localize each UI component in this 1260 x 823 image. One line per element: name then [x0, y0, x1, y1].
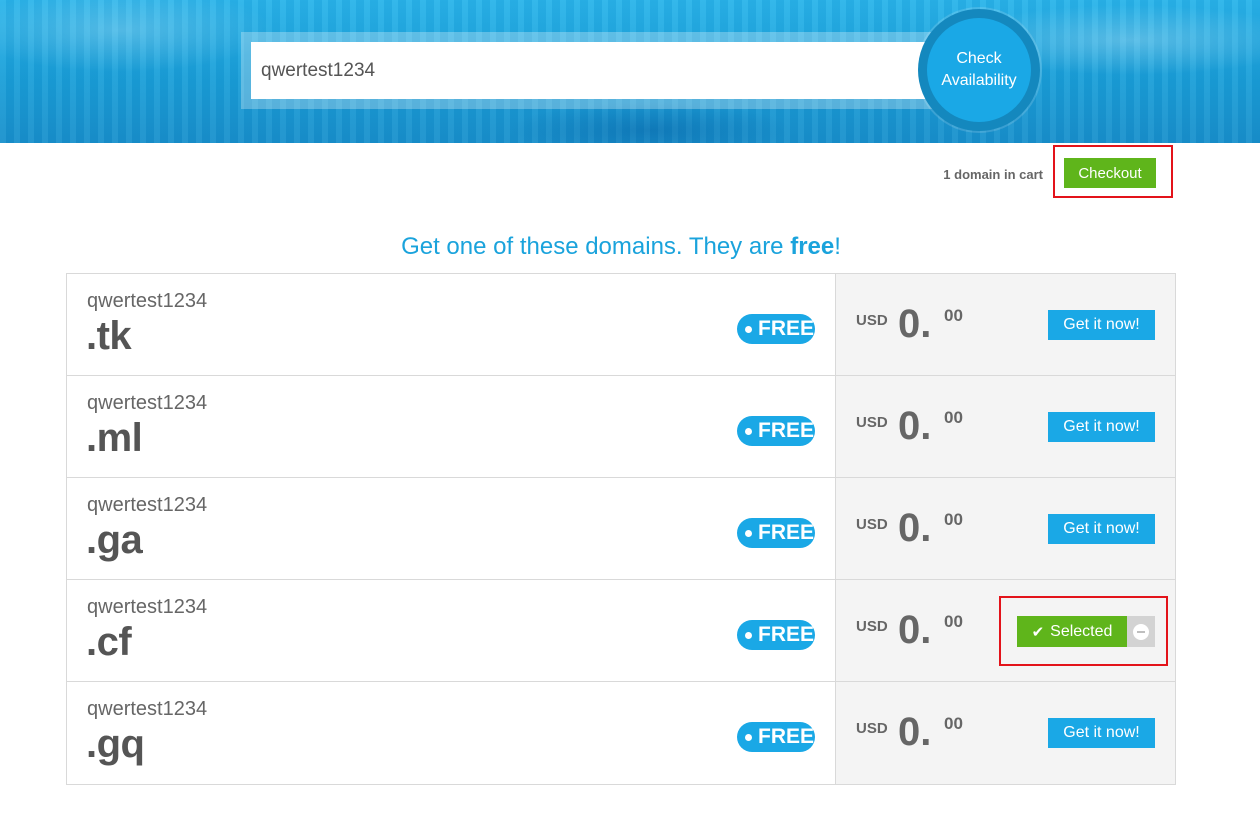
domain-price-cell: USD 0. 00 Get it now! — [836, 478, 1175, 579]
free-badge: FREE — [737, 722, 815, 752]
price-cents: 00 — [944, 612, 963, 631]
get-it-now-button[interactable]: Get it now! — [1048, 310, 1155, 340]
domain-results-table: qwertest1234 .tk FREE USD 0. 00 Get it now! qwe… — [66, 273, 1176, 785]
domain-price-cell: USD 0. 00 Get it now! — [836, 682, 1175, 784]
price-currency: USD — [856, 414, 888, 431]
heading-emphasis: free — [790, 233, 835, 260]
free-badge-label: FREE — [758, 623, 815, 646]
domain-info-cell: qwertest1234 .gq FREE — [67, 682, 836, 784]
free-badge: FREE — [737, 518, 815, 548]
domain-name: qwertest1234 — [87, 698, 208, 720]
price-currency: USD — [856, 516, 888, 533]
domain-tld: .ml — [86, 416, 143, 460]
domain-row: qwertest1234 .ga FREE USD 0. 00 Get it now! — [67, 478, 1175, 580]
domain-info-cell: qwertest1234 .ga FREE — [67, 478, 836, 579]
domain-row: qwertest1234 .ml FREE USD 0. 00 Get it now! — [67, 376, 1175, 478]
free-badge: FREE — [737, 620, 815, 650]
price-cents: 00 — [944, 306, 963, 325]
domain-tld: .cf — [86, 620, 132, 664]
domain-row: qwertest1234 .gq FREE USD 0. 00 Get it now! — [67, 682, 1175, 785]
domain-row: qwertest1234 .tk FREE USD 0. 00 Get it now! — [67, 274, 1175, 376]
get-it-now-button[interactable]: Get it now! — [1048, 412, 1155, 442]
check-label-line1: Check — [956, 50, 1002, 67]
remove-from-cart-button[interactable] — [1127, 616, 1155, 647]
check-label-line2: Availability — [941, 72, 1017, 89]
domain-name: qwertest1234 — [87, 494, 208, 516]
price-currency: USD — [856, 312, 888, 329]
dot-icon — [745, 325, 752, 333]
domain-info-cell: qwertest1234 .tk FREE — [67, 274, 836, 375]
domain-row: qwertest1234 .cf FREE USD 0. 00 ✔ Selected — [67, 580, 1175, 682]
domain-info-cell: qwertest1234 .ml FREE — [67, 376, 836, 477]
heading-suffix: ! — [834, 233, 841, 260]
price-cents: 00 — [944, 714, 963, 733]
dot-icon — [745, 529, 752, 537]
free-badge-label: FREE — [758, 419, 815, 442]
dot-icon — [745, 427, 752, 435]
domain-price-cell: USD 0. 00 Get it now! — [836, 376, 1175, 477]
domain-tld: .tk — [86, 314, 132, 358]
free-badge: FREE — [737, 416, 815, 446]
free-badge-label: FREE — [758, 725, 815, 748]
selected-group: ✔ Selected — [1017, 616, 1155, 647]
price-amount: 0. — [898, 710, 932, 754]
get-it-now-button[interactable]: Get it now! — [1048, 718, 1155, 748]
domain-info-cell: qwertest1234 .cf FREE — [67, 580, 836, 681]
get-it-now-button[interactable]: Get it now! — [1048, 514, 1155, 544]
cart-count-text: 1 domain in cart — [943, 167, 1043, 182]
domain-name: qwertest1234 — [87, 596, 208, 618]
domain-tld: .gq — [86, 722, 145, 766]
check-availability-label: Check Availability — [941, 48, 1016, 92]
check-availability-button[interactable]: Check Availability — [927, 18, 1031, 122]
free-badge-label: FREE — [758, 521, 815, 544]
price-currency: USD — [856, 618, 888, 635]
free-badge-label: FREE — [758, 317, 815, 340]
price-cents: 00 — [944, 510, 963, 529]
heading-prefix: Get one of these domains. They are — [401, 233, 791, 260]
price-amount: 0. — [898, 608, 932, 652]
check-icon: ✔ — [1031, 623, 1045, 641]
checkout-button[interactable]: Checkout — [1064, 158, 1156, 188]
free-domains-heading: Get one of these domains. They are free! — [0, 233, 1242, 261]
domain-price-cell: USD 0. 00 Get it now! — [836, 274, 1175, 375]
domain-search-input[interactable] — [251, 42, 941, 99]
dot-icon — [745, 733, 752, 741]
domain-name: qwertest1234 — [87, 392, 208, 414]
free-badge: FREE — [737, 314, 815, 344]
price-cents: 00 — [944, 408, 963, 427]
price-amount: 0. — [898, 302, 932, 346]
dot-icon — [745, 631, 752, 639]
price-currency: USD — [856, 720, 888, 737]
domain-tld: .ga — [86, 518, 143, 562]
selected-button[interactable]: ✔ Selected — [1017, 616, 1127, 647]
price-amount: 0. — [898, 404, 932, 448]
price-amount: 0. — [898, 506, 932, 550]
domain-price-cell: USD 0. 00 ✔ Selected — [836, 580, 1175, 681]
selected-label: Selected — [1050, 622, 1113, 640]
domain-name: qwertest1234 — [87, 290, 208, 312]
minus-circle-icon — [1133, 623, 1149, 640]
